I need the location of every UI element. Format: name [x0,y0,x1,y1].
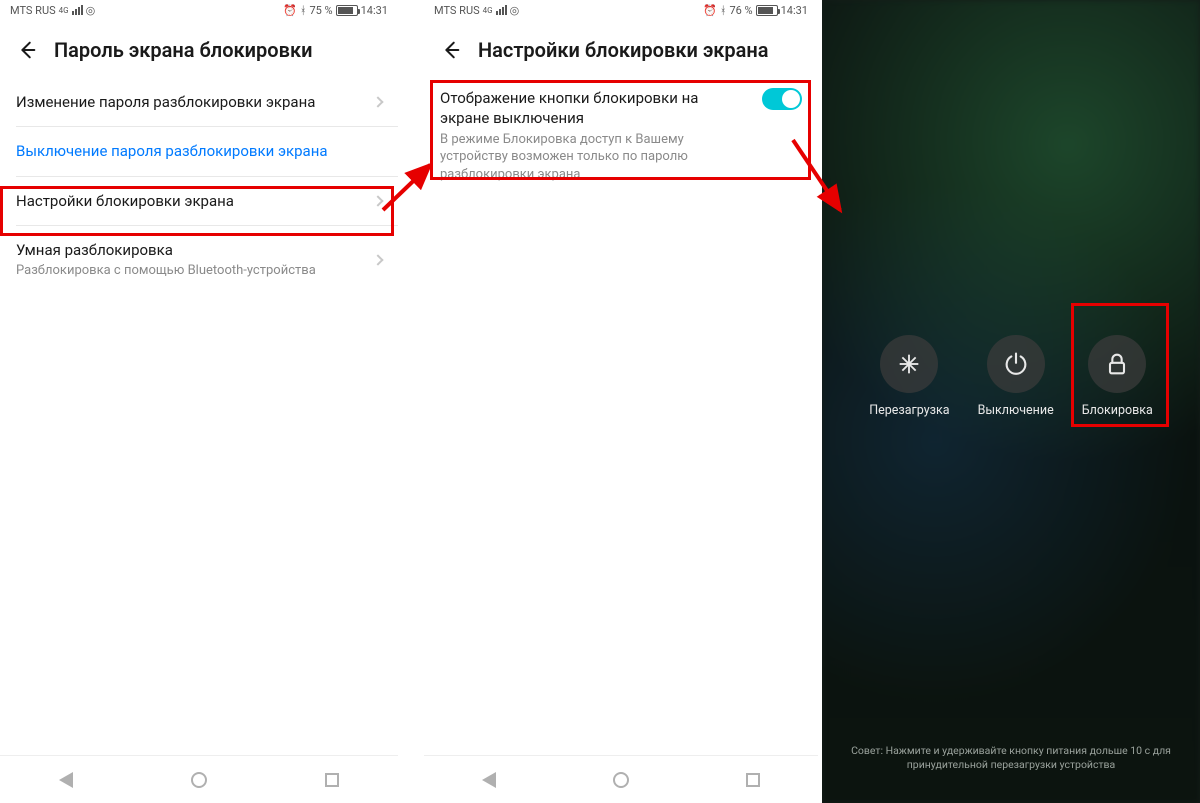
phone-screen-3-power-menu: Перезагрузка Выключение Блокировка Совет… [822,0,1200,803]
battery-pct: 75 % [309,4,332,17]
nav-home-icon[interactable] [613,772,629,788]
nav-home-icon[interactable] [191,772,207,788]
row-smart-unlock[interactable]: Умная разблокировка Разблокировка с помо… [0,226,398,294]
row-label: Изменение пароля разблокировки экрана [16,92,364,112]
carrier-label: MTS RUS [10,4,56,17]
chevron-right-icon [372,96,383,107]
chevron-right-icon [372,254,383,265]
row-label: Умная разблокировка [16,240,364,260]
restart-icon [880,335,938,393]
status-bar: MTS RUS 4G ◎ ⏰ ᚼ 76 % 14:31 [424,0,818,20]
header: Пароль экрана блокировки [0,20,398,78]
signal-icon [72,5,83,15]
hotspot-icon: ◎ [86,4,96,17]
nav-bar [424,755,818,803]
network-badge: 4G [59,6,69,15]
row-sublabel: Разблокировка с помощью Bluetooth-устрой… [16,262,364,280]
alarm-icon: ⏰ [703,4,717,17]
row-change-password[interactable]: Изменение пароля разблокировки экрана [0,78,398,126]
power-label: Выключение [978,403,1054,418]
row-label: Выключение пароля разблокировки экрана [16,141,382,161]
row-label: Настройки блокировки экрана [16,191,364,211]
battery-pct: 76 % [729,4,752,17]
hotspot-icon: ◎ [510,4,520,17]
power-restart[interactable]: Перезагрузка [869,335,949,418]
nav-back-icon[interactable] [59,772,73,788]
row-disable-password[interactable]: Выключение пароля разблокировки экрана [0,127,398,175]
power-menu: Перезагрузка Выключение Блокировка [822,335,1200,418]
bluetooth-icon: ᚼ [300,4,307,17]
power-tip-text: Совет: Нажмите и удерживайте кнопку пита… [838,744,1184,773]
row-show-lock-button[interactable]: Отображение кнопки блокировки на экране … [424,78,818,199]
clock: 14:31 [361,4,388,17]
battery-icon [756,5,778,16]
bluetooth-icon: ᚼ [720,4,727,17]
power-label: Перезагрузка [869,403,949,418]
phone-screen-2: MTS RUS 4G ◎ ⏰ ᚼ 76 % 14:31 Настройки бл… [424,0,818,803]
nav-back-icon[interactable] [482,772,496,788]
network-badge: 4G [483,6,493,15]
clock: 14:31 [781,4,808,17]
lock-icon [1088,335,1146,393]
power-off-icon [987,335,1045,393]
power-label: Блокировка [1082,403,1153,418]
row-lock-settings[interactable]: Настройки блокировки экрана [0,177,398,225]
toggle-switch[interactable] [762,88,802,110]
power-off[interactable]: Выключение [978,335,1054,418]
row-sublabel: В режиме Блокировка доступ к Вашему устр… [440,131,750,184]
nav-recent-icon[interactable] [325,773,339,787]
page-title: Настройки блокировки экрана [478,38,769,62]
nav-recent-icon[interactable] [746,773,760,787]
back-icon[interactable] [440,39,462,61]
battery-icon [336,5,358,16]
carrier-label: MTS RUS [434,4,480,17]
nav-bar [0,755,398,803]
header: Настройки блокировки экрана [424,20,818,78]
page-title: Пароль экрана блокировки [54,38,312,62]
row-label: Отображение кнопки блокировки на экране … [440,88,750,129]
signal-icon [496,5,507,15]
back-icon[interactable] [16,39,38,61]
alarm-icon: ⏰ [283,4,297,17]
phone-screen-1: MTS RUS 4G ◎ ⏰ ᚼ 75 % 14:31 Пароль экран… [0,0,398,803]
power-lock[interactable]: Блокировка [1082,335,1153,418]
chevron-right-icon [372,195,383,206]
status-bar: MTS RUS 4G ◎ ⏰ ᚼ 75 % 14:31 [0,0,398,20]
